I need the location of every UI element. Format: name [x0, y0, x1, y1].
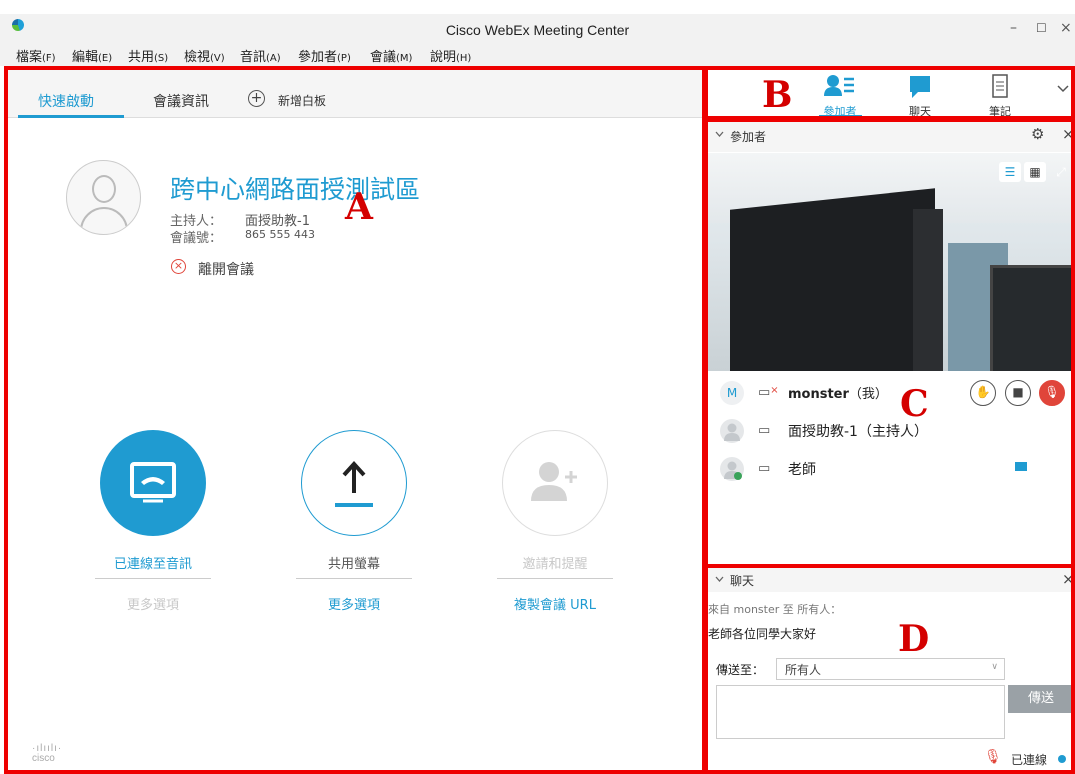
- menu-meeting[interactable]: 會議(M): [370, 46, 412, 65]
- copy-meeting-url-link[interactable]: 複製會議 URL: [475, 594, 635, 613]
- participant-row[interactable]: ▭ 老師: [708, 453, 1075, 489]
- mute-button[interactable]: 🎙: [1039, 380, 1065, 406]
- cisco-logo: ·ılıılı· cisco: [32, 743, 63, 764]
- title-bar: Cisco WebEx Meeting Center – ☐ ×: [0, 14, 1075, 42]
- send-to-label: 傳送至：: [716, 663, 765, 677]
- muted-mic-icon[interactable]: 🎙: [984, 749, 1002, 765]
- quick-start-panel: 快速啟動 會議資訊 + 新增白板 跨中心網路面授測試區 主持人： 面授助教-1 …: [8, 70, 702, 774]
- tab-meeting-info[interactable]: 會議資訊: [153, 91, 209, 111]
- tab-notes[interactable]: 筆記: [970, 103, 1030, 119]
- chat-sender-line: 來自 monster 至 所有人：: [708, 603, 842, 616]
- chat-panel: 聊天 × 來自 monster 至 所有人： 老師各位同學大家好 傳送至： 所有…: [708, 568, 1075, 774]
- participants-panel-title: 參加者: [730, 130, 767, 144]
- divider: [296, 578, 412, 579]
- tab-chat[interactable]: 聊天: [890, 103, 950, 119]
- connection-status: 已連線: [1011, 753, 1048, 767]
- collapse-chevron-icon[interactable]: [715, 576, 724, 583]
- menu-edit[interactable]: 編輯(E): [72, 46, 112, 65]
- tab-bar: 快速啟動 會議資訊 + 新增白板: [8, 70, 702, 118]
- annotation-label-d: D: [898, 618, 930, 660]
- add-whiteboard-icon[interactable]: +: [248, 90, 265, 107]
- app-title: Cisco WebEx Meeting Center: [445, 22, 630, 38]
- notes-panel-icon[interactable]: [970, 72, 1030, 106]
- top-strip: [0, 0, 1075, 14]
- add-person-icon: [531, 462, 577, 501]
- meeting-title: 跨中心網路面授測試區: [170, 175, 421, 204]
- chevron-down-icon[interactable]: [1056, 84, 1070, 94]
- minimize-icon[interactable]: –: [1010, 20, 1017, 36]
- invite-remind-button[interactable]: [502, 430, 608, 536]
- menu-participants[interactable]: 參加者(P): [298, 46, 351, 65]
- send-button[interactable]: 傳送: [1008, 685, 1074, 713]
- audio-connected-label: 已連線至音訊: [113, 557, 192, 572]
- tab-quick-start[interactable]: 快速啟動: [38, 91, 94, 111]
- screen-icon: ▭: [758, 461, 771, 476]
- chat-input[interactable]: [716, 685, 1005, 739]
- annotation-label-c: C: [900, 383, 929, 425]
- active-tab-indicator: [18, 115, 124, 118]
- video-on-icon: [1015, 462, 1027, 471]
- host-value: 面授助教-1: [245, 214, 310, 229]
- participants-panel-icon[interactable]: [810, 72, 870, 106]
- upload-arrow-icon: [335, 461, 373, 507]
- active-panel-indicator: [819, 115, 862, 118]
- screen-off-icon: ▭×: [758, 385, 779, 400]
- participants-panel-header: 參加者 ⚙ ×: [708, 120, 1075, 152]
- invite-remind-label: 邀請和提醒: [522, 557, 588, 572]
- divider: [95, 578, 211, 579]
- leave-meeting-link[interactable]: 離開會議: [198, 259, 254, 279]
- share-more-options-link[interactable]: 更多選項: [274, 594, 434, 613]
- menu-help[interactable]: 說明(H): [430, 46, 471, 65]
- menu-bar: 檔案(F) 編輯(E) 共用(S) 檢視(V) 音訊(A) 參加者(P) 會議(…: [0, 42, 1075, 66]
- avatar: [720, 457, 744, 481]
- menu-view[interactable]: 檢視(V): [184, 46, 225, 65]
- chat-panel-icon[interactable]: [890, 72, 950, 106]
- chevron-down-icon: ∨: [991, 662, 998, 672]
- expand-icon[interactable]: ⤢: [1050, 162, 1072, 182]
- chat-panel-header: 聊天 ×: [708, 568, 1075, 592]
- menu-audio[interactable]: 音訊(A): [240, 46, 281, 65]
- annotation-label-b: B: [762, 74, 793, 116]
- meeting-number-value: 865 555 443: [245, 228, 315, 241]
- audio-connected-button[interactable]: [100, 430, 206, 536]
- participant-name: monster（我）: [788, 387, 888, 402]
- phone-monitor-icon: [130, 462, 176, 503]
- share-screen-button[interactable]: [301, 430, 407, 536]
- close-icon[interactable]: ×: [1060, 20, 1072, 36]
- annotation-label-a: A: [345, 186, 373, 228]
- raise-hand-button[interactable]: ✋: [970, 380, 996, 406]
- gear-icon[interactable]: ⚙: [1031, 125, 1044, 143]
- meeting-avatar: [66, 160, 141, 235]
- video-feed: ☰ ▦ ⤢ 老師: [708, 153, 1075, 371]
- send-to-select[interactable]: 所有人 ∨: [776, 658, 1005, 680]
- status-dot: [1058, 755, 1066, 763]
- menu-file[interactable]: 檔案(F): [16, 46, 56, 65]
- share-screen-label: 共用螢幕: [327, 557, 380, 572]
- audio-more-options-link[interactable]: 更多選項: [73, 594, 233, 613]
- grid-view-icon[interactable]: ▦: [1024, 162, 1046, 182]
- participants-panel: 參加者 ⚙ × ☰ ▦ ⤢ 老師 M ▭× monster（我） ✋ ■ 🎙 ▭…: [708, 120, 1075, 564]
- list-view-icon[interactable]: ☰: [999, 162, 1021, 182]
- close-icon[interactable]: ×: [1062, 570, 1075, 588]
- chat-panel-title: 聊天: [730, 574, 755, 588]
- chat-message: 老師各位同學大家好: [708, 627, 817, 641]
- participant-row[interactable]: M ▭× monster（我） ✋ ■ 🎙: [708, 377, 1075, 413]
- meeting-number-label: 會議號：: [170, 231, 223, 246]
- avatar: [720, 419, 744, 443]
- participant-name: 老師: [788, 462, 816, 478]
- tab-new-whiteboard[interactable]: 新增白板: [278, 92, 326, 109]
- participant-row[interactable]: ▭ 面授助教-1（主持人）: [708, 415, 1075, 451]
- divider: [497, 578, 613, 579]
- close-icon[interactable]: ×: [1062, 125, 1075, 143]
- leave-meeting-icon[interactable]: ×: [171, 259, 186, 274]
- collapse-chevron-icon[interactable]: [715, 131, 724, 138]
- maximize-icon[interactable]: ☐: [1036, 21, 1047, 35]
- video-toggle-button[interactable]: ■: [1005, 380, 1031, 406]
- screen-icon: ▭: [758, 423, 771, 438]
- menu-share[interactable]: 共用(S): [128, 46, 168, 65]
- avatar: M: [720, 381, 744, 405]
